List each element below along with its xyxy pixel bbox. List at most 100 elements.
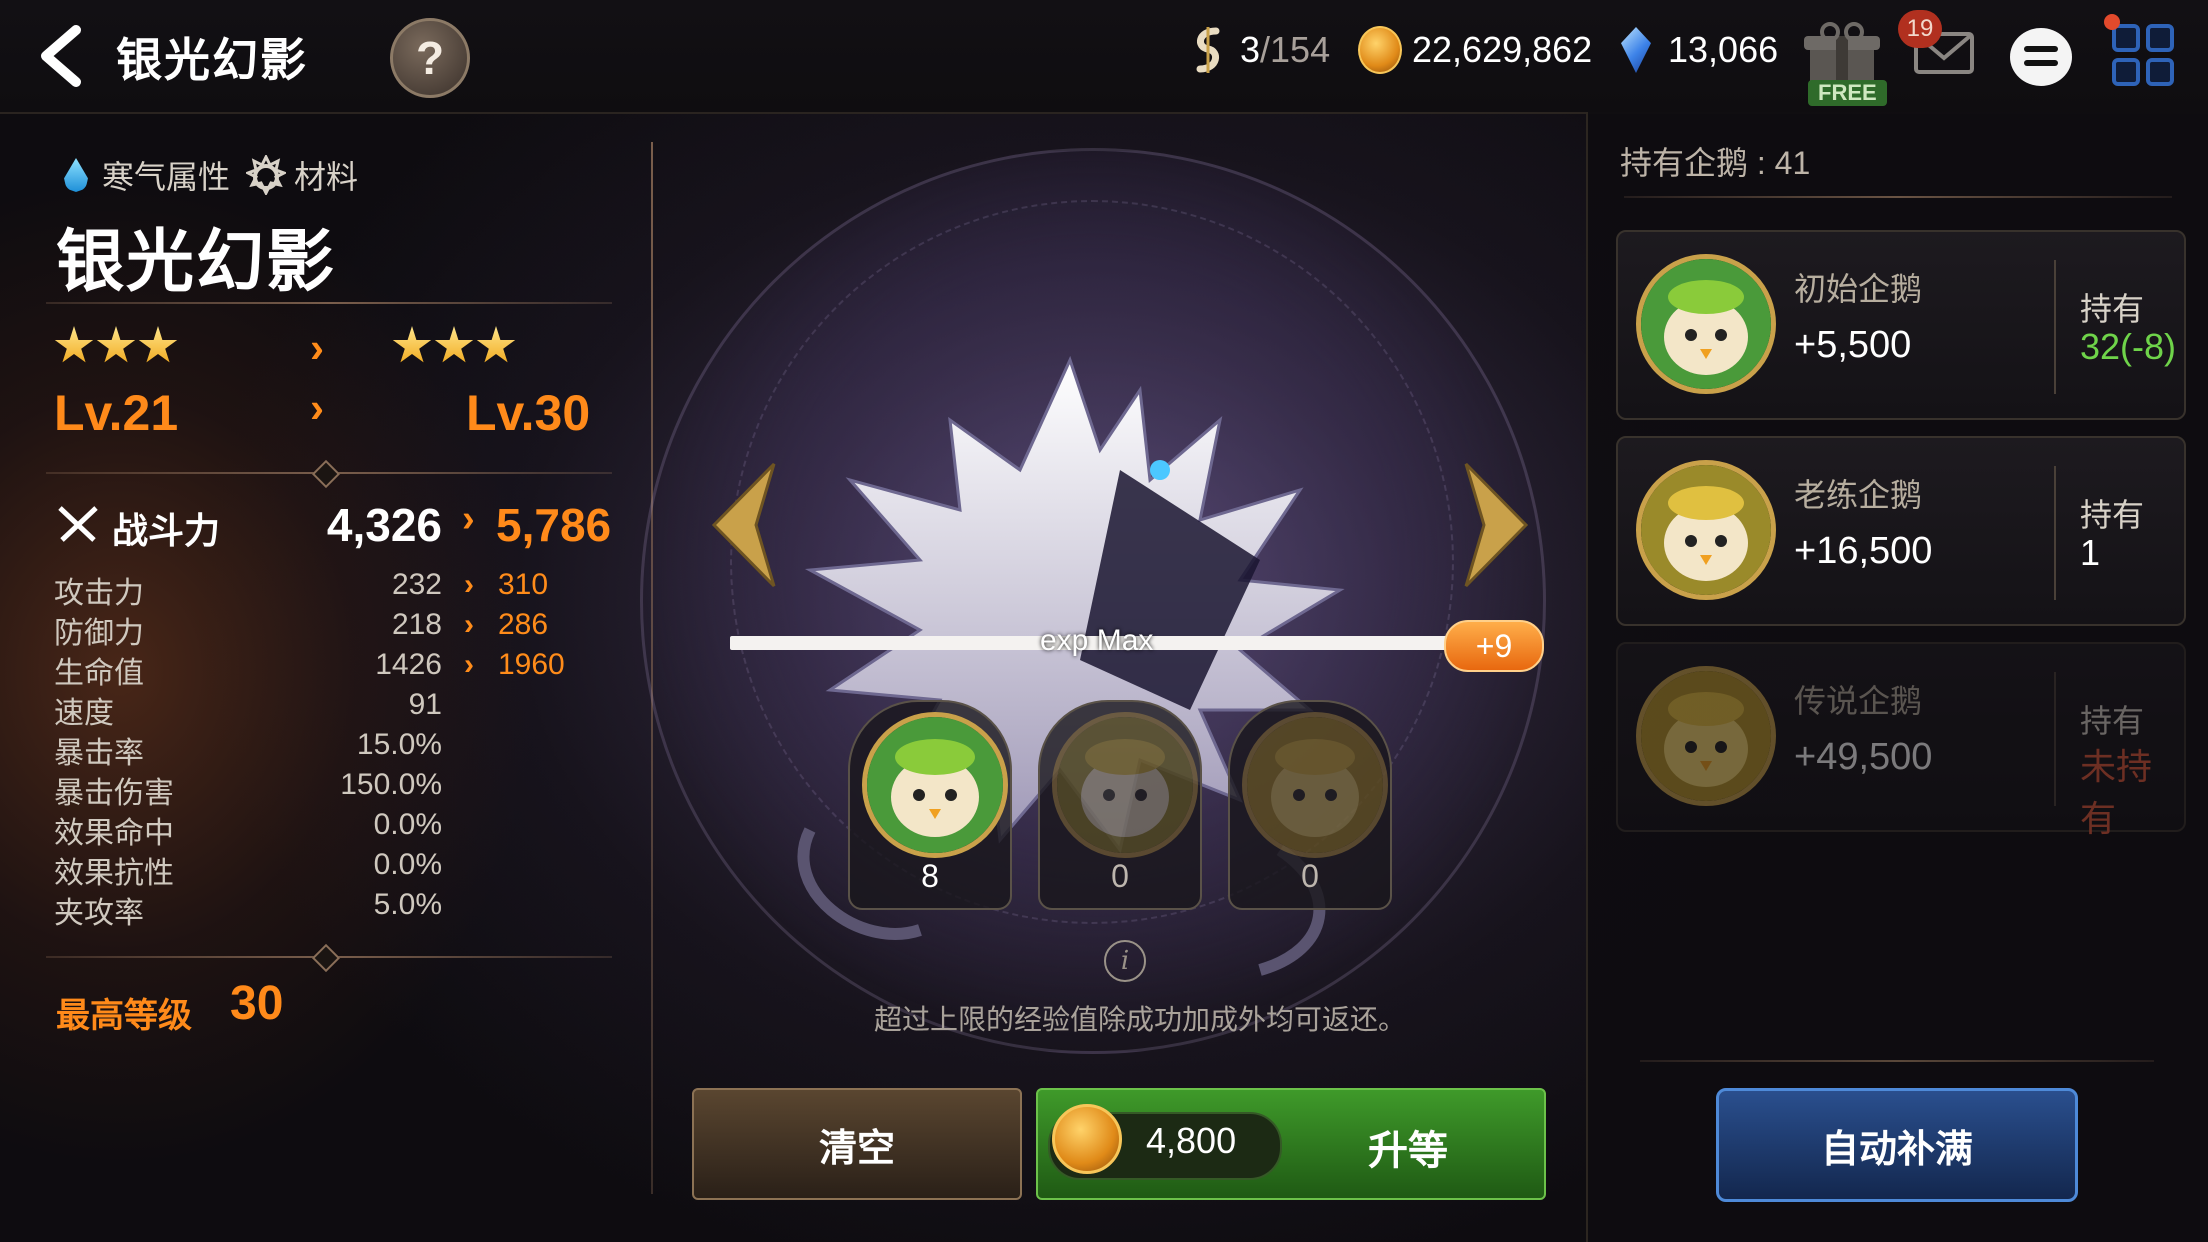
max-level-label: 最高等级 xyxy=(56,997,192,1035)
legendary-penguin-portrait xyxy=(1636,666,1776,806)
auto-fill-button[interactable]: 自动补满 xyxy=(1716,1088,2078,1202)
penguin-name: 老练企鹅 xyxy=(1794,477,1923,513)
starter-penguin-portrait xyxy=(862,712,1008,858)
stat-next: 286 xyxy=(498,608,549,641)
chevron-right-icon: › xyxy=(464,568,474,601)
crossed-swords-icon xyxy=(58,506,98,542)
divider xyxy=(1624,196,2172,198)
upgrade-button[interactable]: 4,800 升等 xyxy=(1036,1088,1546,1200)
stat-current: 1426 xyxy=(375,648,442,681)
help-button[interactable]: ? xyxy=(390,18,470,98)
stat-name: 速度 xyxy=(54,697,114,730)
star-icon xyxy=(434,326,474,363)
combat-power-label: 战斗力 xyxy=(112,510,221,551)
owned-materials-panel: 持有企鹅 : 41 初始企鹅 +5,500 持有 32(-8) 老练企鹅 +16… xyxy=(1586,112,2208,1242)
stat-next: 310 xyxy=(498,568,549,601)
penguin-card-veteran[interactable]: 老练企鹅 +16,500 持有 1 xyxy=(1616,436,2186,626)
material-count: 0 xyxy=(1111,858,1129,894)
stat-row-attack: 攻击力 232 › 310 xyxy=(54,568,614,610)
stamina-display[interactable]: 3 /154 xyxy=(1186,26,1330,74)
info-icon[interactable]: i xyxy=(1104,940,1146,982)
mail-count-badge: 19 xyxy=(1898,10,1942,48)
hold-value: 1 xyxy=(2080,532,2101,573)
stat-name: 暴击伤害 xyxy=(54,777,174,810)
hero-info-panel: 寒气属性 材料 银光幻影 › Lv.21 › Lv.30 战斗力 4,326 ›… xyxy=(0,112,650,1242)
stars-current xyxy=(54,326,178,366)
free-label: FREE xyxy=(1808,80,1887,106)
stat-name: 效果抗性 xyxy=(54,857,174,890)
max-level-value: 30 xyxy=(230,977,284,1030)
chevron-right-icon: › xyxy=(310,324,324,371)
chevron-right-icon: › xyxy=(310,384,324,431)
stat-current: 15.0% xyxy=(356,728,442,761)
penguin-card-starter[interactable]: 初始企鹅 +5,500 持有 32(-8) xyxy=(1616,230,2186,420)
owned-penguin-count: 持有企鹅 : 41 xyxy=(1620,145,1811,181)
material-slot[interactable]: 0 xyxy=(1038,700,1202,910)
star-icon xyxy=(96,326,136,363)
stat-row-effect-resist: 效果抗性 0.0% xyxy=(54,848,614,890)
card-separator xyxy=(2054,672,2056,806)
back-button[interactable] xyxy=(28,24,98,88)
top-bar: 银光幻影 ? 3 /154 22,629,862 13,066 FREE 19 xyxy=(0,0,2208,114)
attribute-label: 寒气属性 xyxy=(102,159,231,195)
penguin-name: 传说企鹅 xyxy=(1794,683,1923,719)
material-count: 8 xyxy=(921,858,939,894)
material-type-icon xyxy=(246,155,287,195)
combat-power-current: 4,326 xyxy=(326,499,442,551)
hero-name: 银光幻影 xyxy=(56,224,337,300)
clear-button[interactable]: 清空 xyxy=(692,1088,1022,1200)
stat-current: 232 xyxy=(391,568,442,601)
stat-name: 攻击力 xyxy=(54,577,144,610)
stamina-current: 3 xyxy=(1240,29,1261,70)
penguin-exp: +16,500 xyxy=(1794,530,1933,572)
chevron-right-icon: › xyxy=(464,608,474,641)
material-slot[interactable]: 0 xyxy=(1228,700,1392,910)
stat-name: 夹攻率 xyxy=(54,897,144,930)
material-slot[interactable]: 8 xyxy=(848,700,1012,910)
exp-refund-note: 超过上限的经验值除成功加成外均可返还。 xyxy=(874,1004,1407,1035)
gem-value: 13,066 xyxy=(1668,29,1779,70)
combat-power-next: 5,786 xyxy=(496,499,612,551)
stat-current: 218 xyxy=(391,608,442,641)
divider xyxy=(46,943,612,973)
gem-display[interactable]: 13,066 xyxy=(1614,26,1778,74)
stat-row-speed: 速度 91 xyxy=(54,688,614,730)
stat-next: 1960 xyxy=(498,648,565,681)
star-icon xyxy=(392,326,432,363)
chat-icon[interactable] xyxy=(2010,28,2072,86)
exp-label: exp Max xyxy=(1040,624,1154,657)
stat-row-effect-hit: 效果命中 0.0% xyxy=(54,808,614,850)
star-icon xyxy=(54,326,94,363)
menu-notification-dot xyxy=(2104,14,2120,30)
star-icon xyxy=(476,326,516,363)
hold-value: 未持有 xyxy=(2080,746,2153,839)
star-icon xyxy=(138,326,178,363)
veteran-penguin-portrait xyxy=(1052,712,1198,858)
prev-hero-arrow-icon[interactable] xyxy=(704,460,790,590)
card-separator xyxy=(2054,260,2056,394)
hold-label: 持有 xyxy=(2080,703,2145,739)
stat-name: 生命值 xyxy=(54,657,144,690)
stat-current: 0.0% xyxy=(373,808,442,841)
gold-display[interactable]: 22,629,862 xyxy=(1358,26,1592,74)
penguin-exp: +5,500 xyxy=(1794,324,1912,366)
penguin-card-legendary[interactable]: 传说企鹅 +49,500 持有 未持有 xyxy=(1616,642,2186,839)
starter-penguin-portrait xyxy=(1636,254,1776,394)
exp-bonus-badge: +9 xyxy=(1444,620,1544,672)
chevron-right-icon: › xyxy=(464,648,474,681)
gold-value: 22,629,862 xyxy=(1412,29,1593,70)
next-hero-arrow-icon[interactable] xyxy=(1450,460,1536,590)
stat-current: 150.0% xyxy=(340,768,442,801)
stat-row-crit-rate: 暴击率 15.0% xyxy=(54,728,614,770)
water-drop-icon xyxy=(64,158,88,192)
hold-label: 持有 xyxy=(2080,497,2145,533)
divider xyxy=(46,302,612,304)
menu-grid-icon[interactable] xyxy=(2112,24,2174,86)
stat-name: 效果命中 xyxy=(54,817,174,850)
stat-current: 0.0% xyxy=(373,848,442,881)
veteran-penguin-portrait xyxy=(1636,460,1776,600)
hold-value: 32(-8) xyxy=(2080,326,2177,367)
penguin-exp: +49,500 xyxy=(1794,736,1933,778)
stamina-max: /154 xyxy=(1260,29,1331,70)
stat-current: 91 xyxy=(408,688,442,721)
